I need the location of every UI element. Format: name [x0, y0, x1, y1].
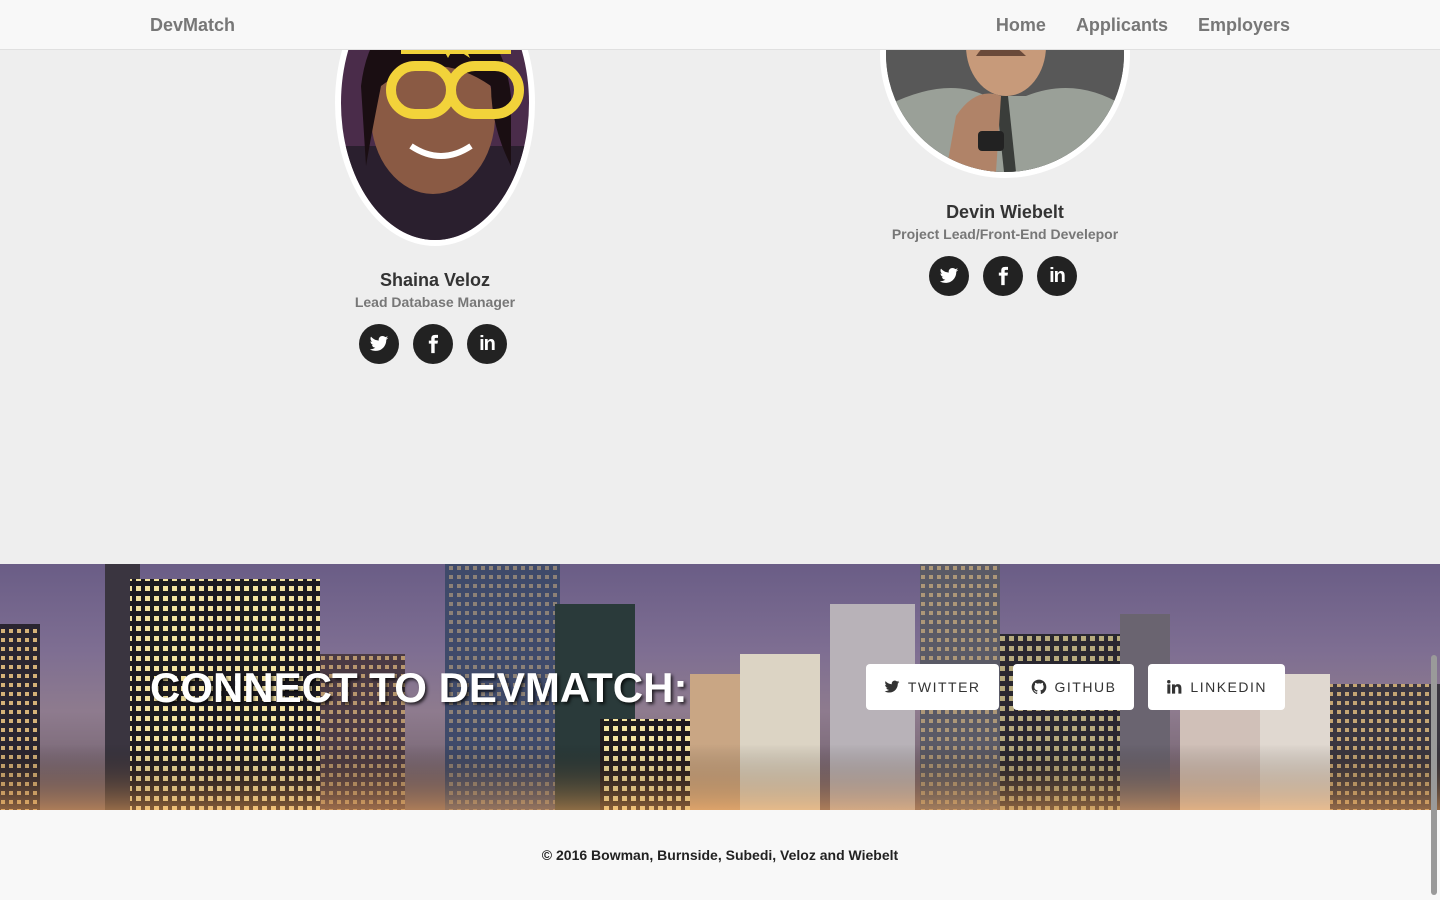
facebook-icon: [428, 334, 438, 354]
page-scrollbar[interactable]: [1431, 655, 1437, 895]
nav-applicants-link[interactable]: Applicants: [1076, 0, 1168, 50]
linkedin-button[interactable]: in: [1037, 256, 1077, 296]
twitter-button[interactable]: [929, 256, 969, 296]
twitter-icon: [939, 268, 959, 283]
connect-banner: CONNECT TO DEVMATCH: TWITTER GITHUB LINK…: [0, 564, 1440, 810]
linkedin-button[interactable]: in: [467, 324, 507, 364]
linkedin-icon: in: [1049, 264, 1066, 287]
nav-links: Home Applicants Employers: [996, 0, 1290, 50]
twitter-icon: [884, 680, 900, 693]
connect-buttons: TWITTER GITHUB LINKEDIN: [865, 664, 1285, 710]
connect-title: CONNECT TO DEVMATCH:: [150, 664, 688, 711]
copyright-text: © 2016 Bowman, Burnside, Subedi, Veloz a…: [541, 847, 899, 863]
nav-employers-link[interactable]: Employers: [1198, 0, 1290, 50]
member-socials: in: [929, 256, 1077, 296]
facebook-button[interactable]: [413, 324, 453, 364]
linkedin-link-label: LINKEDIN: [1190, 679, 1267, 695]
nav-home-link[interactable]: Home: [996, 0, 1046, 50]
facebook-button[interactable]: [983, 256, 1023, 296]
member-name: Devin Wiebelt: [946, 202, 1064, 222]
member-role: Lead Database Manager: [354, 294, 516, 310]
twitter-icon: [369, 336, 389, 351]
github-link-label: GITHUB: [1054, 679, 1117, 695]
linkedin-link-button[interactable]: LINKEDIN: [1148, 664, 1285, 710]
linkedin-icon: in: [479, 332, 496, 355]
member-socials: in: [359, 324, 507, 364]
member-role: Project Lead/Front-End Develepor: [891, 226, 1119, 242]
github-icon: [1031, 679, 1046, 695]
github-link-button[interactable]: GITHUB: [1012, 664, 1135, 710]
linkedin-icon: [1167, 680, 1182, 694]
facebook-icon: [998, 266, 1008, 286]
member-name: Shaina Veloz: [379, 270, 491, 290]
brand-logo[interactable]: DevMatch: [150, 0, 235, 50]
twitter-button[interactable]: [359, 324, 399, 364]
navbar: DevMatch Home Applicants Employers: [0, 0, 1440, 50]
twitter-link-button[interactable]: TWITTER: [865, 664, 999, 710]
footer: © 2016 Bowman, Burnside, Subedi, Veloz a…: [0, 810, 1440, 900]
twitter-link-label: TWITTER: [907, 679, 981, 695]
